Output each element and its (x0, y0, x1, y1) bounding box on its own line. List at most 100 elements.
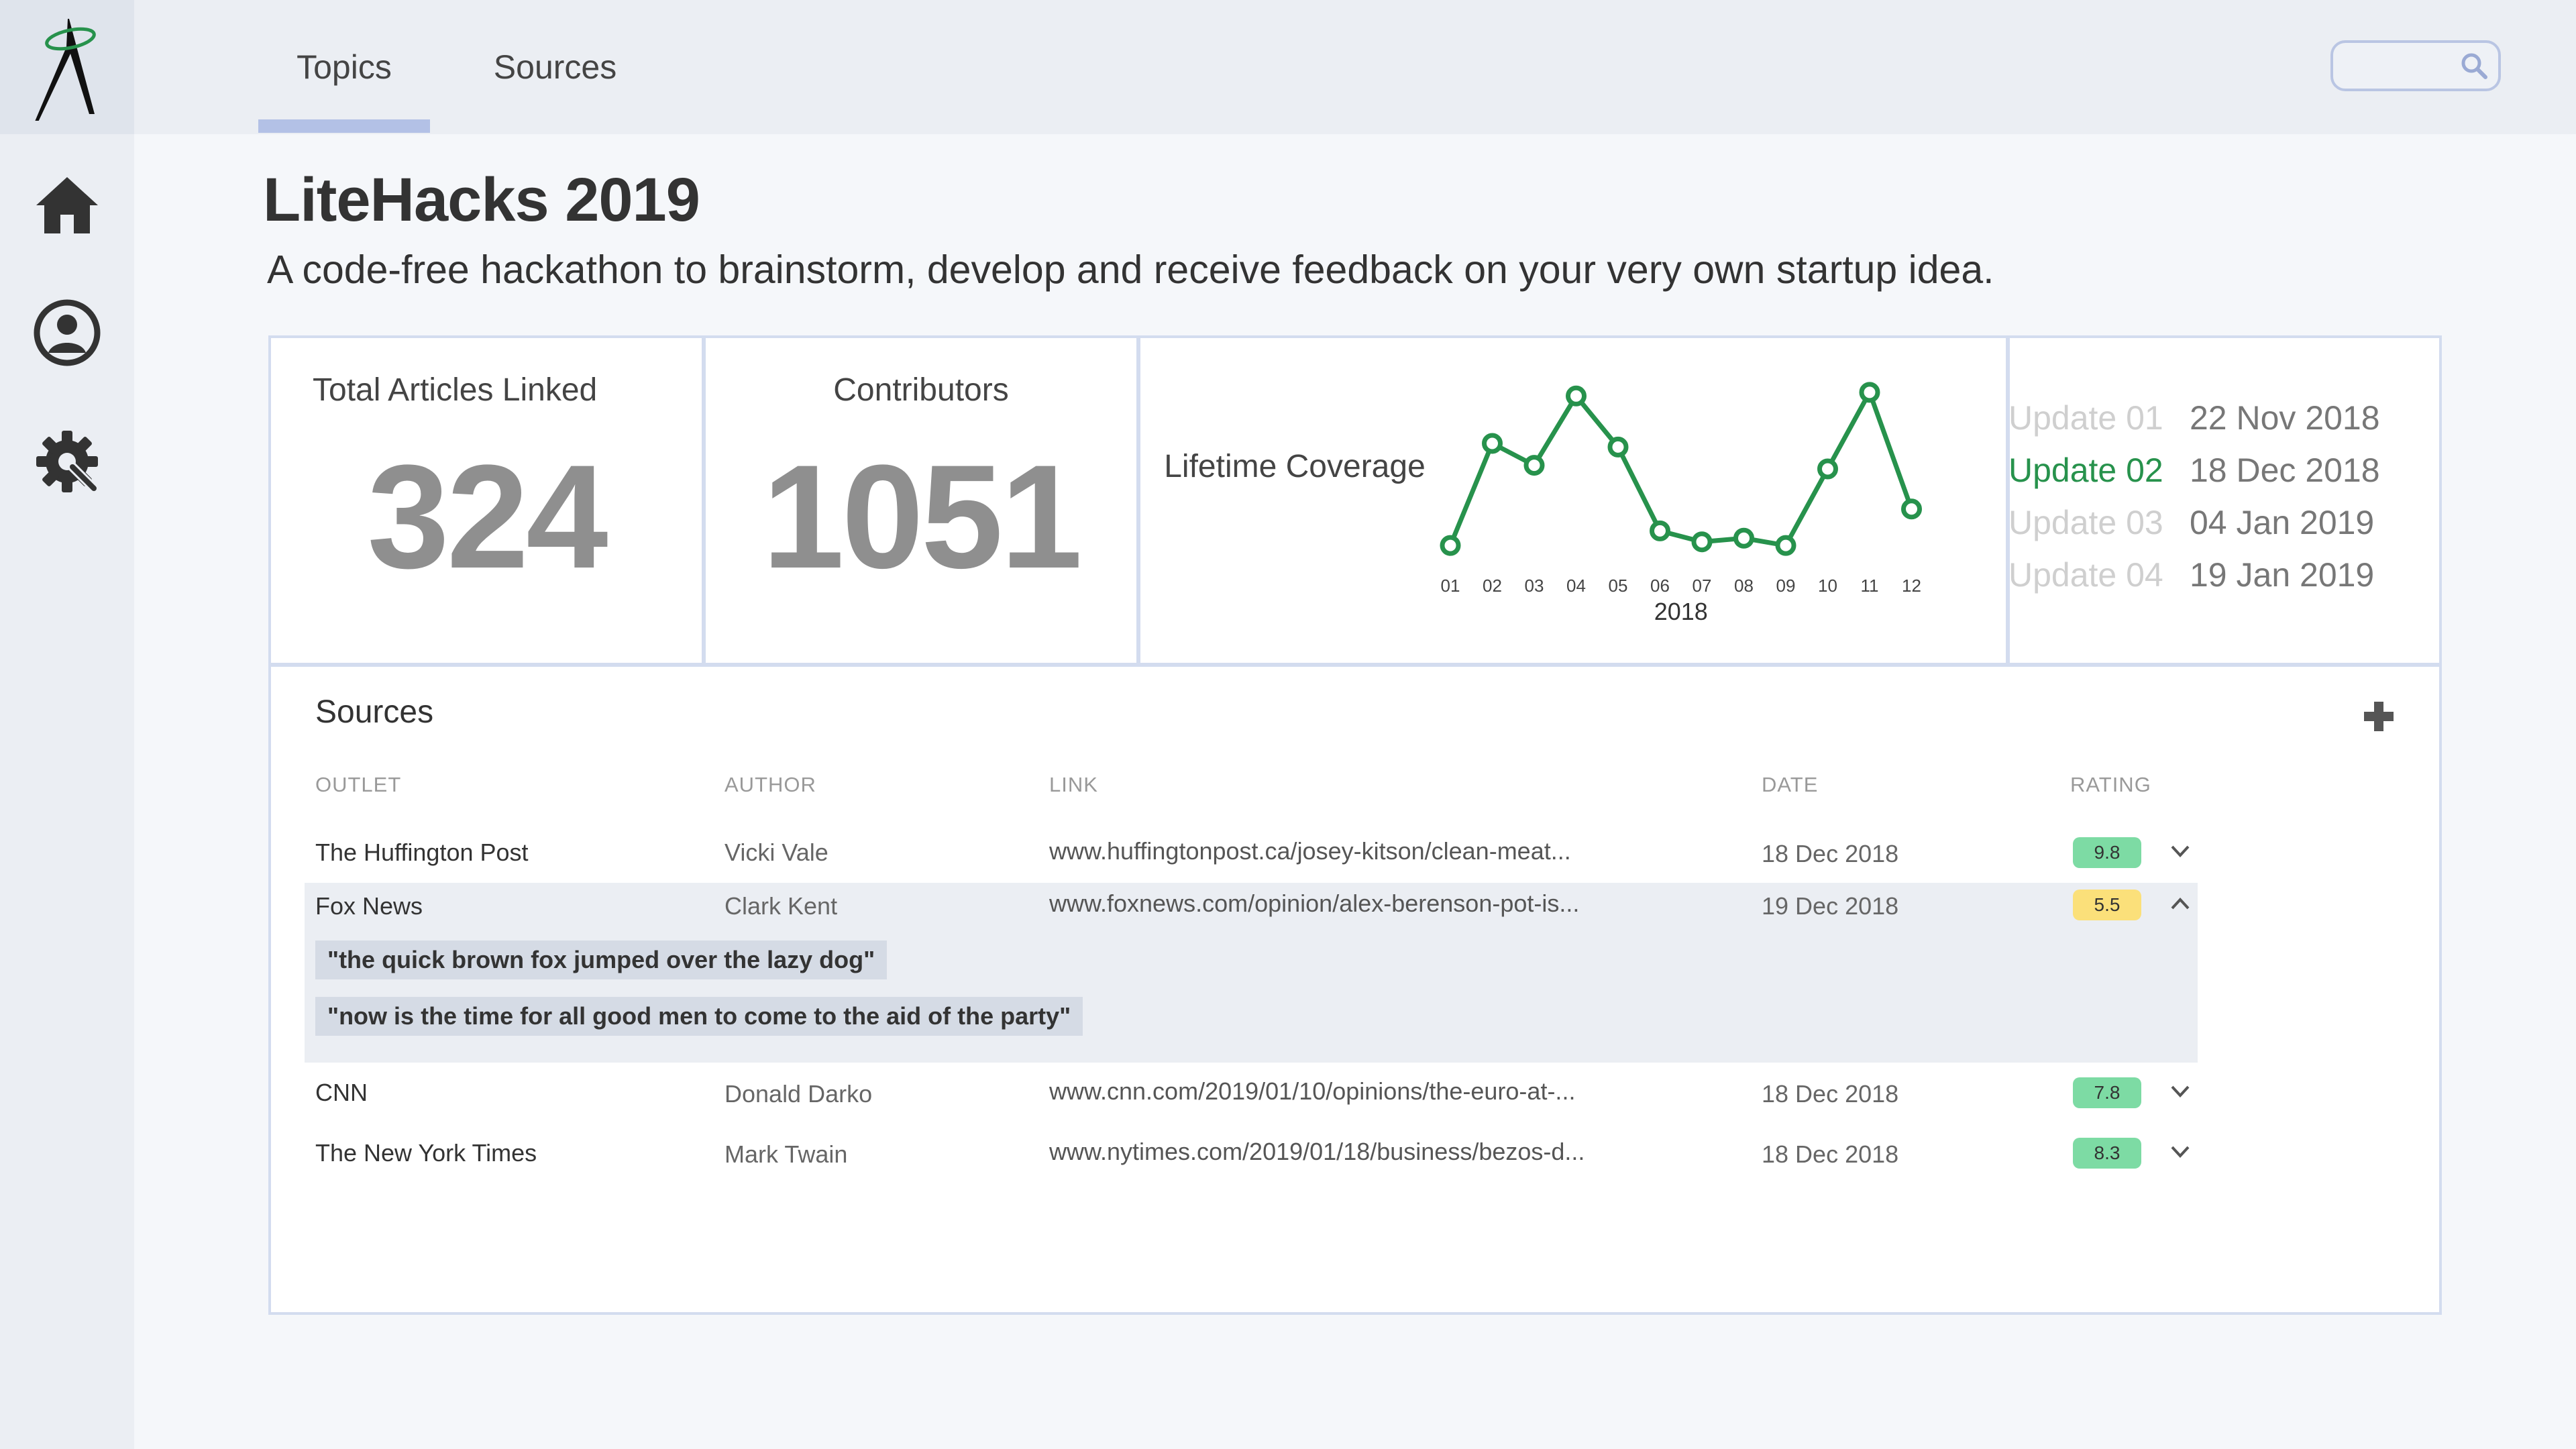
sidebar (0, 0, 134, 1449)
column-header-date[interactable]: DATE (1762, 773, 1818, 797)
tab-topics[interactable]: Topics (258, 0, 430, 134)
x-tick-label: 05 (1609, 576, 1628, 596)
topic-panel: Total Articles Linked 324 Contributors 1… (268, 335, 2442, 1315)
quote-chip: "the quick brown fox jumped over the laz… (315, 941, 888, 979)
date-cell: 18 Dec 2018 (1762, 1080, 1899, 1108)
settings-icon[interactable] (31, 425, 103, 498)
link-cell[interactable]: www.foxnews.com/opinion/alex-berenson-po… (1049, 890, 1579, 918)
logo[interactable] (0, 0, 134, 134)
column-header-author[interactable]: AUTHOR (724, 773, 816, 797)
active-tab-indicator (258, 119, 430, 133)
series-line (1448, 386, 1914, 549)
column-header-rating[interactable]: RATING (2070, 773, 2151, 797)
tab-sources[interactable]: Sources (483, 0, 627, 134)
update-date: 04 Jan 2019 (2190, 504, 2375, 541)
x-tick-label: 12 (1902, 576, 1921, 596)
search-input[interactable] (2330, 40, 2501, 91)
x-tick-label: 09 (1776, 576, 1796, 596)
data-point[interactable] (1859, 382, 1880, 403)
data-point[interactable] (1482, 433, 1503, 454)
chevron-down-icon[interactable] (2169, 1144, 2191, 1161)
updates-list: Update 01 22 Nov 2018 Update 02 18 Dec 2… (2008, 392, 2380, 601)
author-cell: Mark Twain (724, 1140, 848, 1168)
data-point[interactable] (1733, 527, 1754, 549)
stat-contributors-value: 1051 (762, 434, 1082, 599)
x-tick-label: 06 (1650, 576, 1670, 596)
page-subtitle: A code-free hackathon to brainstorm, dev… (267, 248, 1994, 292)
update-item[interactable]: Update 01 22 Nov 2018 (2008, 392, 2380, 444)
data-point[interactable] (1566, 385, 1587, 407)
rating-badge: 8.3 (2073, 1138, 2141, 1169)
coverage-line-chart: 01 02 03 04 05 06 07 08 09 10 11 12 2018 (1440, 382, 1922, 625)
outlet-cell: The Huffington Post (315, 839, 529, 866)
quote-chip: "now is the time for all good men to com… (315, 997, 1083, 1036)
date-cell: 18 Dec 2018 (1762, 1140, 1899, 1168)
top-bar: Topics Sources (134, 0, 2576, 134)
table-row[interactable]: The New York Times Mark Twain www.nytime… (305, 1124, 2198, 1186)
update-name: Update 03 (2008, 504, 2163, 541)
x-tick-label: 03 (1525, 576, 1544, 596)
link-cell[interactable]: www.huffingtonpost.ca/josey-kitson/clean… (1049, 837, 1571, 865)
compass-logo-icon (35, 19, 96, 121)
stat-coverage: Lifetime Coverage 01 02 03 04 05 06 07 08 09 10 11… (1140, 338, 2010, 663)
table-row[interactable]: The Huffington Post Vicki Vale www.huffi… (305, 821, 2198, 883)
update-date: 18 Dec 2018 (2190, 451, 2380, 489)
update-item[interactable]: Update 02 18 Dec 2018 (2008, 444, 2380, 496)
update-date: 22 Nov 2018 (2190, 399, 2380, 437)
update-date: 19 Jan 2019 (2190, 556, 2375, 594)
table-row[interactable]: CNN Donald Darko www.cnn.com/2019/01/10/… (305, 1063, 2198, 1124)
plus-icon[interactable] (2363, 700, 2395, 736)
outlet-cell: CNN (315, 1079, 368, 1106)
sources-title: Sources (315, 694, 434, 730)
rating-badge: 9.8 (2073, 837, 2141, 868)
outlet-cell: Fox News (315, 892, 423, 920)
search-icon[interactable] (2459, 51, 2489, 84)
table-row-expanded[interactable]: Fox News Clark Kent www.foxnews.com/opin… (305, 883, 2198, 1063)
date-cell: 18 Dec 2018 (1762, 840, 1899, 867)
divider (271, 663, 2439, 667)
stat-articles: Total Articles Linked 324 (271, 338, 706, 663)
stat-articles-value: 324 (367, 434, 608, 599)
stat-contributors: Contributors 1051 (706, 338, 1140, 663)
update-item[interactable]: Update 03 04 Jan 2019 (2008, 496, 2380, 549)
x-tick-label: 10 (1818, 576, 1837, 596)
update-name: Update 01 (2008, 399, 2163, 437)
x-tick-label: 02 (1483, 576, 1502, 596)
data-point[interactable] (1775, 535, 1796, 556)
chevron-up-icon[interactable] (2169, 895, 2191, 911)
update-name: Update 02 (2008, 451, 2163, 489)
x-tick-label: 08 (1734, 576, 1754, 596)
home-icon[interactable] (31, 169, 103, 241)
data-point[interactable] (1817, 458, 1838, 480)
chevron-down-icon[interactable] (2169, 1084, 2191, 1100)
data-point[interactable] (1691, 531, 1713, 553)
column-header-outlet[interactable]: OUTLET (315, 773, 401, 797)
data-point[interactable] (1440, 535, 1461, 556)
chevron-down-icon[interactable] (2169, 844, 2191, 860)
page-title: LiteHacks 2019 (263, 166, 700, 234)
date-cell: 19 Dec 2018 (1762, 892, 1899, 920)
x-tick-label: 04 (1566, 576, 1586, 596)
stat-articles-label: Total Articles Linked (313, 372, 598, 408)
author-cell: Donald Darko (724, 1080, 873, 1108)
author-cell: Vicki Vale (724, 839, 828, 866)
link-cell[interactable]: www.cnn.com/2019/01/10/opinions/the-euro… (1049, 1077, 1575, 1106)
column-header-link[interactable]: LINK (1049, 773, 1098, 797)
data-point[interactable] (1650, 520, 1670, 541)
data-point[interactable] (1607, 436, 1629, 458)
data-point[interactable] (1523, 455, 1545, 476)
rating-badge: 7.8 (2073, 1077, 2141, 1108)
outlet-cell: The New York Times (315, 1139, 537, 1167)
update-item[interactable]: Update 04 19 Jan 2019 (2008, 549, 2380, 601)
stat-contributors-label: Contributors (833, 372, 1009, 408)
x-axis-label: 2018 (1654, 598, 1708, 625)
update-name: Update 04 (2008, 556, 2163, 594)
data-point[interactable] (1901, 498, 1922, 520)
author-cell: Clark Kent (724, 892, 838, 920)
profile-icon[interactable] (31, 297, 103, 369)
link-cell[interactable]: www.nytimes.com/2019/01/18/business/bezo… (1049, 1138, 1585, 1166)
x-tick-label: 11 (1861, 576, 1879, 596)
x-tick-label: 07 (1693, 576, 1712, 596)
rating-badge: 5.5 (2073, 890, 2141, 920)
x-tick-label: 01 (1441, 576, 1460, 596)
